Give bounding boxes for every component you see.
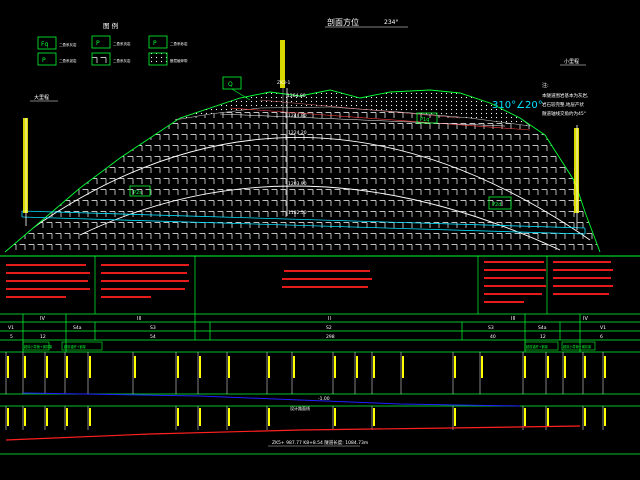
tunnel-length-footer: ZK5+ 987.77 K8+8.54 隧道长度: 1084.73m — [272, 439, 368, 446]
support-type: V1 — [600, 325, 606, 331]
support-type: V1 — [8, 325, 14, 331]
section-bearing: 234° — [384, 19, 398, 26]
legend-item-code: P — [42, 57, 46, 64]
segment-length: 298 — [326, 334, 335, 340]
construction-method: 超前锚杆+钢架 — [526, 344, 549, 349]
design-line-label: 设计路面线 — [290, 405, 310, 411]
segment-length: 12 — [40, 334, 46, 340]
grade-label: II — [328, 316, 331, 322]
station-labels-upper — [7, 356, 606, 378]
construction-method: 超前小导管+钢拱架 — [24, 344, 53, 349]
legend-item-code: P — [96, 40, 100, 47]
legend-item: P 二叠系砂岩 — [148, 35, 188, 49]
legend-item-label: 二叠系泥岩 — [59, 58, 77, 63]
legend-item-label: 二叠系灰岩 — [59, 42, 77, 47]
station-ticks-upper — [5, 352, 604, 394]
borehole-id: ZK3-1 — [277, 80, 291, 86]
elevation-label: 1182.50 — [288, 210, 307, 216]
legend-item-label: 断层破碎带 — [170, 58, 188, 63]
grade-label: IV — [40, 316, 45, 322]
note-line: 隧道轴线交角约为45° — [542, 110, 586, 117]
segment-length: 5 — [10, 334, 13, 340]
grade-label: III — [137, 316, 141, 322]
grade-label: IV — [583, 316, 588, 322]
unit-code: P2s — [133, 190, 142, 196]
gradient-label: -1.00 — [318, 396, 330, 402]
support-type: S2 — [326, 325, 332, 331]
left-portal: 大里程 — [23, 94, 58, 226]
notes-title: 注: — [542, 82, 549, 89]
elevation-label: 1264.80 — [287, 93, 306, 99]
segment-length: 54 — [150, 334, 156, 340]
segment-length: 12 — [540, 334, 546, 340]
geological-profile — [0, 89, 640, 257]
support-type: S3 — [150, 325, 156, 331]
construction-method-row: 超前小导管+钢拱架 超前锚杆+钢架 超前锚杆+钢架 超前小导管+钢拱架 — [22, 341, 596, 351]
peak-unit-code: Q — [228, 81, 233, 88]
legend-item-code: P — [153, 40, 157, 47]
gradient-line — [22, 392, 521, 407]
right-portal-label: 小里程 — [564, 58, 579, 65]
section-orientation-title: 剖面方位 — [327, 17, 359, 27]
construction-method: 超前小导管+钢拱架 — [563, 344, 592, 349]
legend-item-label: 二叠系灰岩 — [113, 58, 131, 63]
support-type: S4a — [538, 325, 547, 331]
unit-code: P2d — [492, 202, 501, 208]
legend-item-label: 二叠系页岩 — [113, 41, 131, 46]
dip-annotation: 310°∠20° — [492, 100, 543, 111]
grade-label: III — [511, 316, 515, 322]
legend-item: 二叠系灰岩 — [91, 52, 131, 66]
legend-item-code: Fq — [41, 41, 48, 48]
support-type: S3 — [488, 325, 494, 331]
construction-method: 超前锚杆+钢架 — [64, 344, 87, 349]
design-elevation-line — [5, 425, 581, 441]
legend-item-label: 二叠系砂岩 — [170, 41, 188, 46]
legend-item: P 二叠系泥岩 — [37, 52, 77, 66]
geology-description-row — [0, 256, 640, 315]
segment-length: 40 — [490, 334, 496, 340]
legend-title: 图 例 — [103, 21, 118, 30]
legend: 图 例 Fq 二叠系灰岩 P 二叠系页岩 P 二叠系砂岩 P 二叠系泥岩 二叠系… — [37, 21, 188, 66]
elevation-label: 1224.20 — [288, 130, 307, 136]
legend-item: Fq 二叠系灰岩 — [37, 36, 77, 50]
legend-item: P 二叠系页岩 — [91, 35, 131, 49]
notes: 注: 本隧道围岩基本为灰岩, 岩石较完整,地层产状 隧道轴线交角约为45° — [542, 82, 588, 117]
note-line: 岩石较完整,地层产状 — [542, 101, 584, 108]
note-line: 本隧道围岩基本为灰岩, — [542, 92, 588, 99]
elevation-label: 1244.80 — [288, 113, 307, 119]
legend-item: 断层破碎带 — [148, 52, 188, 66]
elevation-label: 1203.90 — [288, 181, 307, 187]
unit-code: P1q — [420, 117, 429, 123]
left-portal-label: 大里程 — [34, 94, 49, 101]
tunnel-profile-drawing: 剖面方位 234° 图 例 Fq 二叠系灰岩 P 二叠系页岩 P 二叠系砂岩 P… — [0, 17, 640, 455]
support-type: S4a — [73, 325, 82, 331]
segment-length: 6 — [600, 334, 603, 340]
